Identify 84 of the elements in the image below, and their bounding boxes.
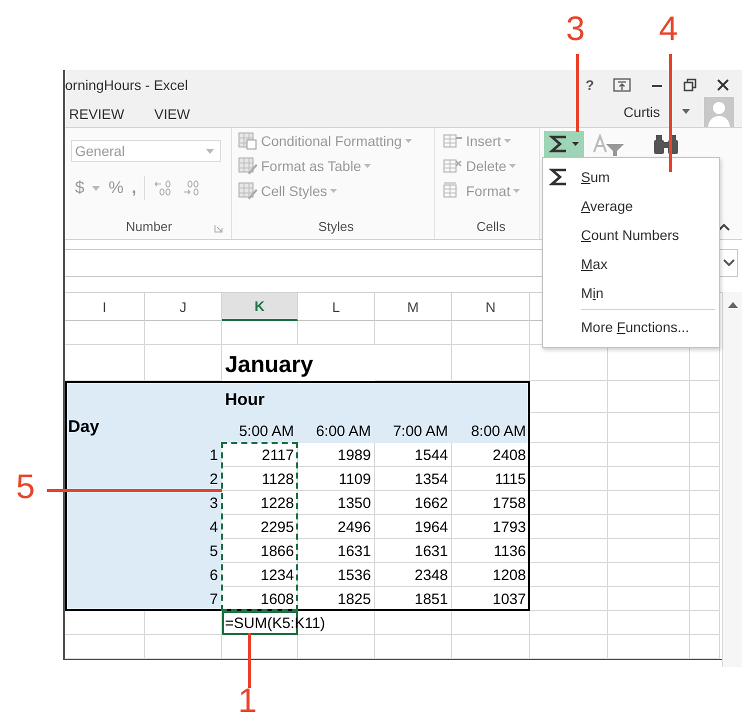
caret-icon [513,189,520,194]
caret-icon [509,164,516,168]
group-label: Styles [318,218,354,234]
table-cell: 1136 [452,539,530,563]
table-cell: 1964 [375,515,452,539]
table-cell: 2295 [222,515,298,539]
table-cell: 1208 [452,563,530,587]
table-cell: 1793 [452,515,530,539]
table-cell: 2408 [452,443,530,467]
group-label: Cells [476,218,506,234]
callout-number: 1 [238,684,257,715]
column-header[interactable]: L [298,293,375,321]
restore-icon[interactable] [683,78,697,92]
table-cell: 1536 [298,563,375,587]
table-header: Day [67,416,100,438]
avatar-icon[interactable] [704,96,734,127]
column-header[interactable]: J [145,293,222,321]
menu-item[interactable]: More Functions... [543,312,719,341]
column-label: 8:00 AM [470,422,527,442]
menu-item[interactable]: Sum [543,162,719,191]
ribbon-tab[interactable]: VIEW [154,106,190,122]
menu-item[interactable]: Average [543,191,719,220]
table-cell: 1544 [375,443,452,467]
table-cell: 1234 [222,563,298,587]
table-cell: 1631 [298,539,375,563]
group-label: Number [126,218,172,234]
table-cell: 1758 [452,491,530,515]
table-header: Hour [224,389,266,411]
menu-item[interactable]: Max [543,249,719,278]
table-cell: 1631 [375,539,452,563]
table-cell: 2348 [375,563,452,587]
row-label: 7 [208,590,219,610]
leader-line [248,633,251,688]
table-cell: 1825 [298,587,375,611]
account-name[interactable]: Curtis [623,104,660,120]
table-cell: 1128 [222,467,298,491]
caret-icon [404,139,412,144]
sheet-title: January [224,350,314,379]
menu-item[interactable]: Min [543,278,719,307]
callout-number: 3 [566,12,585,46]
caret-icon [364,164,372,168]
scroll-bar[interactable] [722,292,742,667]
column-header[interactable]: K [222,293,298,321]
table-cell: 2117 [222,443,298,467]
ribbon-display-icon[interactable] [613,78,631,92]
row-label: 1 [208,446,219,466]
sigma-icon [549,134,569,154]
close-icon[interactable] [716,78,730,92]
table-cell: 1851 [375,587,452,611]
scroll-up-icon[interactable] [728,302,738,308]
caret-icon [206,148,214,154]
caret-icon [330,189,338,194]
caret-icon [504,139,512,144]
table-cell: 2496 [298,515,375,539]
window-title: orningHours - Excel [65,76,188,93]
row-label: 3 [208,494,219,514]
column-header[interactable]: M [375,293,452,321]
column-header[interactable]: I [65,293,145,321]
callout-number: 5 [16,470,35,504]
table-cell: 1115 [452,467,530,491]
sigma-icon [549,167,569,187]
table-cell: 1350 [298,491,375,515]
table-cell: 1228 [222,491,298,515]
ribbon-tab[interactable]: REVIEW [69,106,124,122]
column-label: 7:00 AM [392,422,449,442]
column-label: 5:00 AM [238,422,295,442]
table-cell: 1989 [298,443,375,467]
callout-number: 4 [659,12,678,46]
table-cell: 1866 [222,539,298,563]
caret-icon [682,109,690,114]
expand-icon[interactable] [723,259,735,268]
table-cell: 1662 [375,491,452,515]
help-button[interactable]: ? [585,76,594,93]
table-cell: 1109 [298,467,375,491]
column-header[interactable]: N [452,293,530,321]
row-label: 2 [208,470,219,490]
row-label: 5 [208,542,219,562]
row-label: 6 [208,566,219,586]
caret-icon [572,142,579,146]
column-label: 6:00 AM [314,422,372,442]
menu-item[interactable]: Count Numbers [543,220,719,249]
table-cell: 1354 [375,467,452,491]
table-cell: 1608 [222,587,298,611]
row-label: 4 [208,518,219,538]
